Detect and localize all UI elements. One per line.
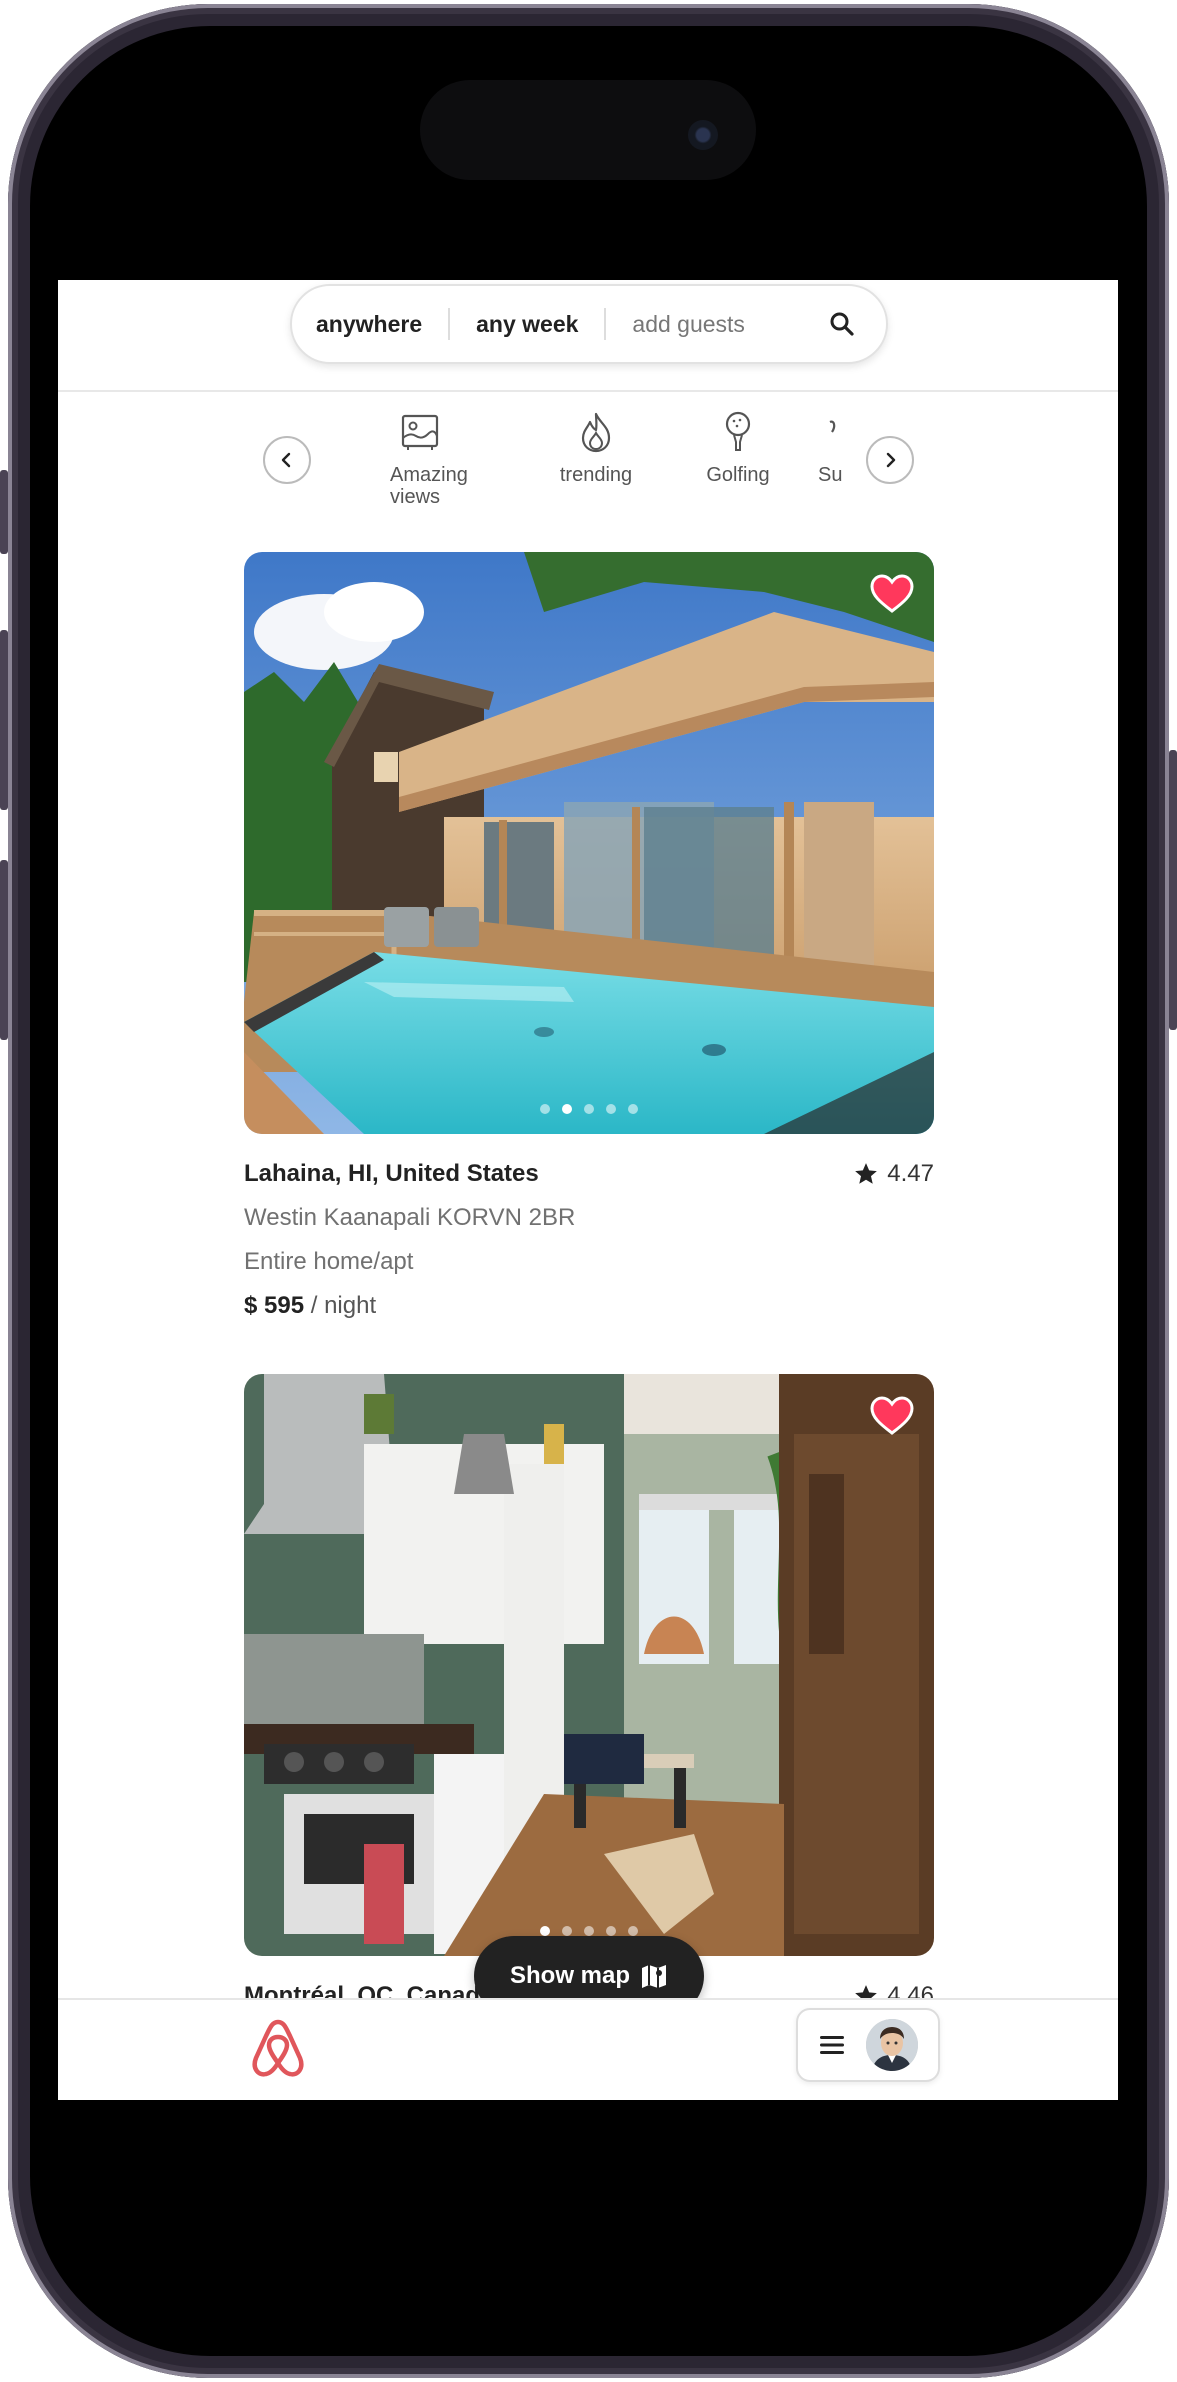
listing-card[interactable]: Montréal, QC, Canada 4.46 [244, 1374, 934, 2010]
listing-rating: 4.47 [853, 1160, 934, 1188]
when-field[interactable]: any week [450, 311, 604, 338]
listing-header-row: Lahaina, HI, United States 4.47 [244, 1160, 934, 1188]
rating-value: 4.47 [887, 1160, 934, 1187]
category-bar: Amazing views trending Golfing Su [58, 400, 1118, 520]
pagination-dot [540, 1104, 550, 1114]
where-field[interactable]: anywhere [316, 311, 448, 338]
category-golfing[interactable]: Golfing [678, 406, 798, 486]
heart-icon[interactable] [870, 574, 914, 614]
pagination-dot [628, 1104, 638, 1114]
show-map-label: Show map [509, 1962, 630, 1989]
avatar [865, 2019, 918, 2071]
listing-type: Entire home/apt [244, 1248, 414, 1275]
volume-up-button [0, 630, 8, 810]
pagination-dot [562, 1926, 572, 1936]
action-button [0, 470, 8, 554]
category-label: Amazing views [390, 464, 468, 508]
volume-down-button [0, 860, 8, 1040]
listing-location: Lahaina, HI, United States [244, 1160, 539, 1187]
search-header: anywhere any week add guests [58, 280, 1118, 392]
map-icon [642, 1965, 666, 1988]
kitchen-photo [244, 1374, 934, 1956]
guests-field[interactable]: add guests [606, 311, 771, 338]
search-bar[interactable]: anywhere any week add guests [290, 284, 888, 364]
price-value: $ 595 [244, 1292, 305, 1319]
front-camera [688, 120, 718, 150]
bottom-nav [58, 1998, 1118, 2100]
photo-pagination [244, 1926, 934, 1936]
listing-photo[interactable] [244, 1374, 934, 1956]
listing-name: Westin Kaanapali KORVN 2BR [244, 1204, 576, 1231]
airbnb-logo-icon[interactable] [248, 2016, 308, 2085]
flame-icon [536, 406, 656, 458]
pagination-dot-active [562, 1104, 572, 1114]
pagination-dot [606, 1926, 616, 1936]
heart-icon[interactable] [870, 1396, 914, 1436]
price-unit: / night [310, 1292, 377, 1319]
app-screen: anywhere any week add guests Amazing vie… [58, 280, 1118, 2100]
listing-price: $ 595 / night [244, 1292, 934, 1320]
listing-card[interactable]: Lahaina, HI, United States 4.47 Westin K… [244, 552, 934, 1320]
hamburger-menu-icon [819, 2036, 844, 2054]
category-surfing[interactable]: Su [818, 406, 852, 486]
power-button [1169, 750, 1177, 1030]
category-label: Golfing [706, 464, 770, 486]
pagination-dot [606, 1104, 616, 1114]
category-trending[interactable]: trending [536, 406, 656, 486]
chevron-right-icon[interactable] [866, 436, 914, 484]
star-icon [855, 1163, 878, 1184]
mountain-view-icon [390, 406, 490, 458]
profile-menu-button[interactable] [796, 2008, 940, 2082]
golf-icon [678, 406, 798, 458]
listing-photo[interactable] [244, 552, 934, 1134]
pagination-dot [628, 1926, 638, 1936]
photo-pagination [244, 1104, 934, 1114]
category-amazing-views[interactable]: Amazing views [390, 406, 490, 508]
category-label: trending [559, 464, 633, 486]
search-icon[interactable] [822, 304, 862, 344]
pagination-dot [584, 1104, 594, 1114]
pagination-dot-active [540, 1926, 550, 1936]
chevron-left-icon[interactable] [263, 436, 311, 484]
surf-icon [818, 406, 852, 458]
pagination-dot [584, 1926, 594, 1936]
category-label: Su [818, 464, 843, 486]
pool-house-photo [244, 552, 934, 1134]
